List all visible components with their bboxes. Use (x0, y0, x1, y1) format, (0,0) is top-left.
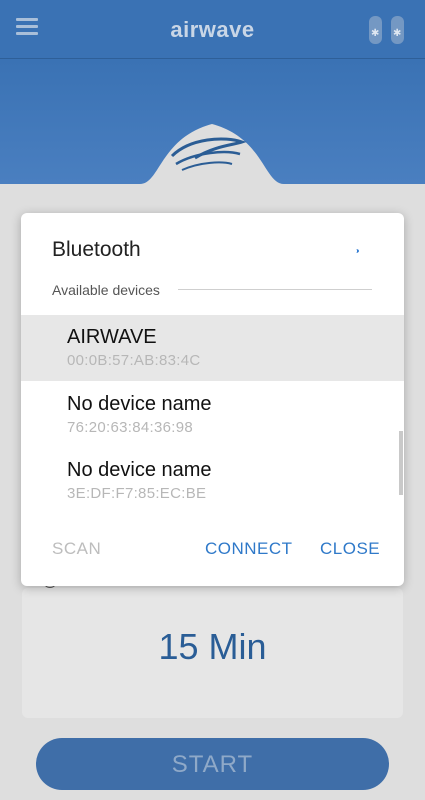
dialog-title: Bluetooth (52, 238, 141, 261)
device-name: AIRWAVE (67, 326, 157, 348)
device-item[interactable]: AIRWAVE 00:0B:57:AB:83:4C (21, 315, 404, 381)
device-item[interactable]: No device name 76:20:63:84:36:98 (21, 382, 404, 448)
loading-spinner-icon (353, 249, 359, 253)
device-address: 76:20:63:84:36:98 (67, 419, 194, 436)
device-name: No device name (67, 459, 212, 481)
section-label: Available devices (52, 282, 170, 298)
device-name: No device name (67, 393, 212, 415)
bluetooth-dialog: Bluetooth Available devices AIRWAVE 00:0… (21, 213, 404, 586)
device-address: 00:0B:57:AB:83:4C (67, 352, 201, 369)
device-item[interactable]: No device name 3E:DF:F7:85:EC:BE (21, 448, 404, 514)
close-button[interactable]: CLOSE (320, 539, 380, 559)
section-header: Available devices (52, 282, 372, 298)
device-address: 3E:DF:F7:85:EC:BE (67, 485, 207, 502)
connect-button[interactable]: CONNECT (205, 539, 293, 559)
scan-button[interactable]: SCAN (52, 539, 101, 559)
section-divider (178, 289, 372, 290)
list-scrollbar[interactable] (399, 431, 403, 495)
